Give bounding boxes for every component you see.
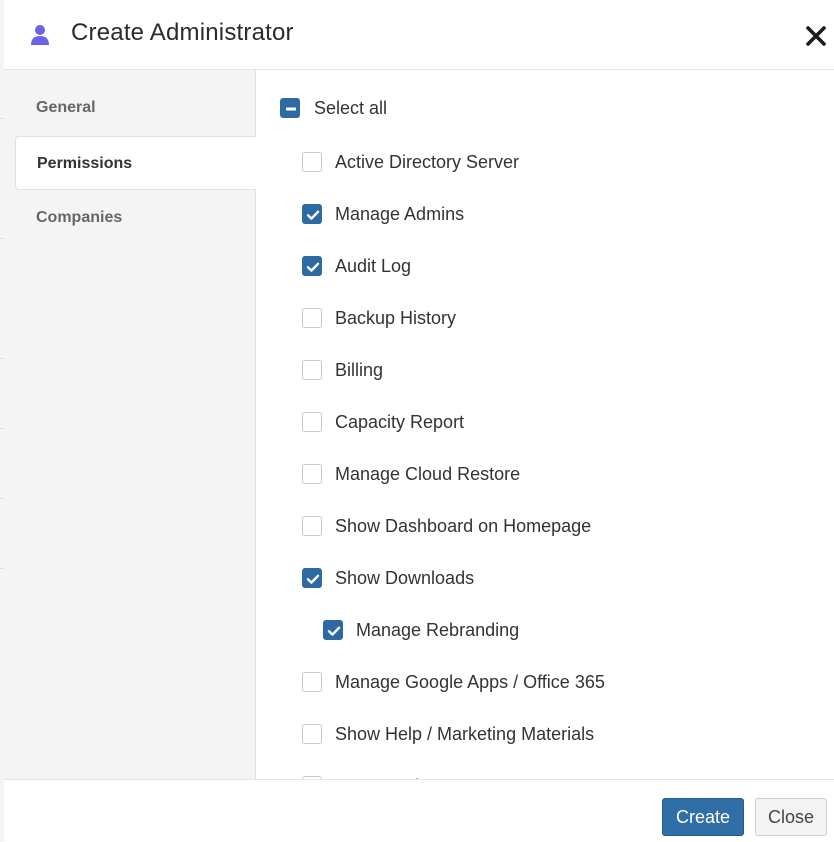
tab-companies[interactable]: Companies [15,191,255,245]
permission-row[interactable]: Audit Log [302,254,411,278]
permission-label: Capacity Report [335,411,465,432]
permission-row[interactable]: Billing [302,358,383,382]
permission-label: Active Directory Server [335,151,520,172]
permission-row[interactable]: Manage Google Apps / Office 365 [302,670,605,694]
permission-label: Manage Admins [335,203,465,224]
permission-label: Manage Rebranding [356,619,520,640]
permission-row[interactable]: Manage Rebranding [323,618,519,642]
create-button[interactable]: Create [662,798,744,836]
checkmark-icon [327,626,341,636]
permission-checkbox[interactable] [302,412,322,432]
permission-checkbox[interactable] [302,568,322,588]
permission-checkbox[interactable] [323,620,343,640]
permission-checkbox[interactable] [302,672,322,692]
permission-label: Audit Log [335,255,412,276]
permission-label: Show Downloads [335,567,475,588]
permission-row[interactable]: Show Help / Marketing Materials [302,722,594,746]
dialog-footer: Create Close [4,779,834,842]
permission-label: Billing [335,359,384,380]
permission-checkbox[interactable] [302,464,322,484]
create-administrator-dialog: Create Administrator General Permissions… [4,0,834,842]
permission-row[interactable]: Manage Admins [302,202,464,226]
permission-label: Show Help / Marketing Materials [335,723,595,744]
permission-checkbox[interactable] [302,308,322,328]
permission-label: Manage Cloud Restore [335,463,521,484]
permission-label: Show Dashboard on Homepage [335,515,592,536]
permission-row[interactable]: Show Downloads [302,566,474,590]
permission-checkbox[interactable] [302,152,322,172]
permission-row[interactable]: Capacity Report [302,410,464,434]
permission-checkbox[interactable] [302,360,322,380]
dialog-title: Create Administrator [71,19,294,46]
permissions-panel: Select all Active Directory Server Manage… [256,70,834,779]
checkmark-icon [306,210,320,220]
permission-row[interactable]: Manage Cloud Restore [302,462,520,486]
close-icon[interactable] [804,24,828,48]
minus-icon [286,107,296,111]
select-all-checkbox[interactable] [280,98,300,118]
permission-label: Manage Google Apps / Office 365 [335,671,605,692]
permission-checkbox[interactable] [302,204,322,224]
permission-checkbox[interactable] [302,516,322,536]
permission-row[interactable]: Backup History [302,306,456,330]
checkmark-icon [306,262,320,272]
dialog-header: Create Administrator [4,0,834,70]
select-all-label: Select all [314,97,388,118]
permission-row[interactable]: Active Directory Server [302,150,519,174]
close-button[interactable]: Close [755,798,827,836]
permission-row[interactable]: Show Dashboard on Homepage [302,514,591,538]
user-icon [30,24,50,46]
dialog-sidebar: General Permissions Companies [4,70,256,779]
checkmark-icon [306,574,320,584]
tab-general[interactable]: General [15,81,255,135]
permission-checkbox[interactable] [302,724,322,744]
select-all-row[interactable]: Select all [280,96,387,120]
permission-checkbox[interactable] [302,256,322,276]
tab-permissions[interactable]: Permissions [15,136,256,190]
permission-label: Backup History [335,307,457,328]
